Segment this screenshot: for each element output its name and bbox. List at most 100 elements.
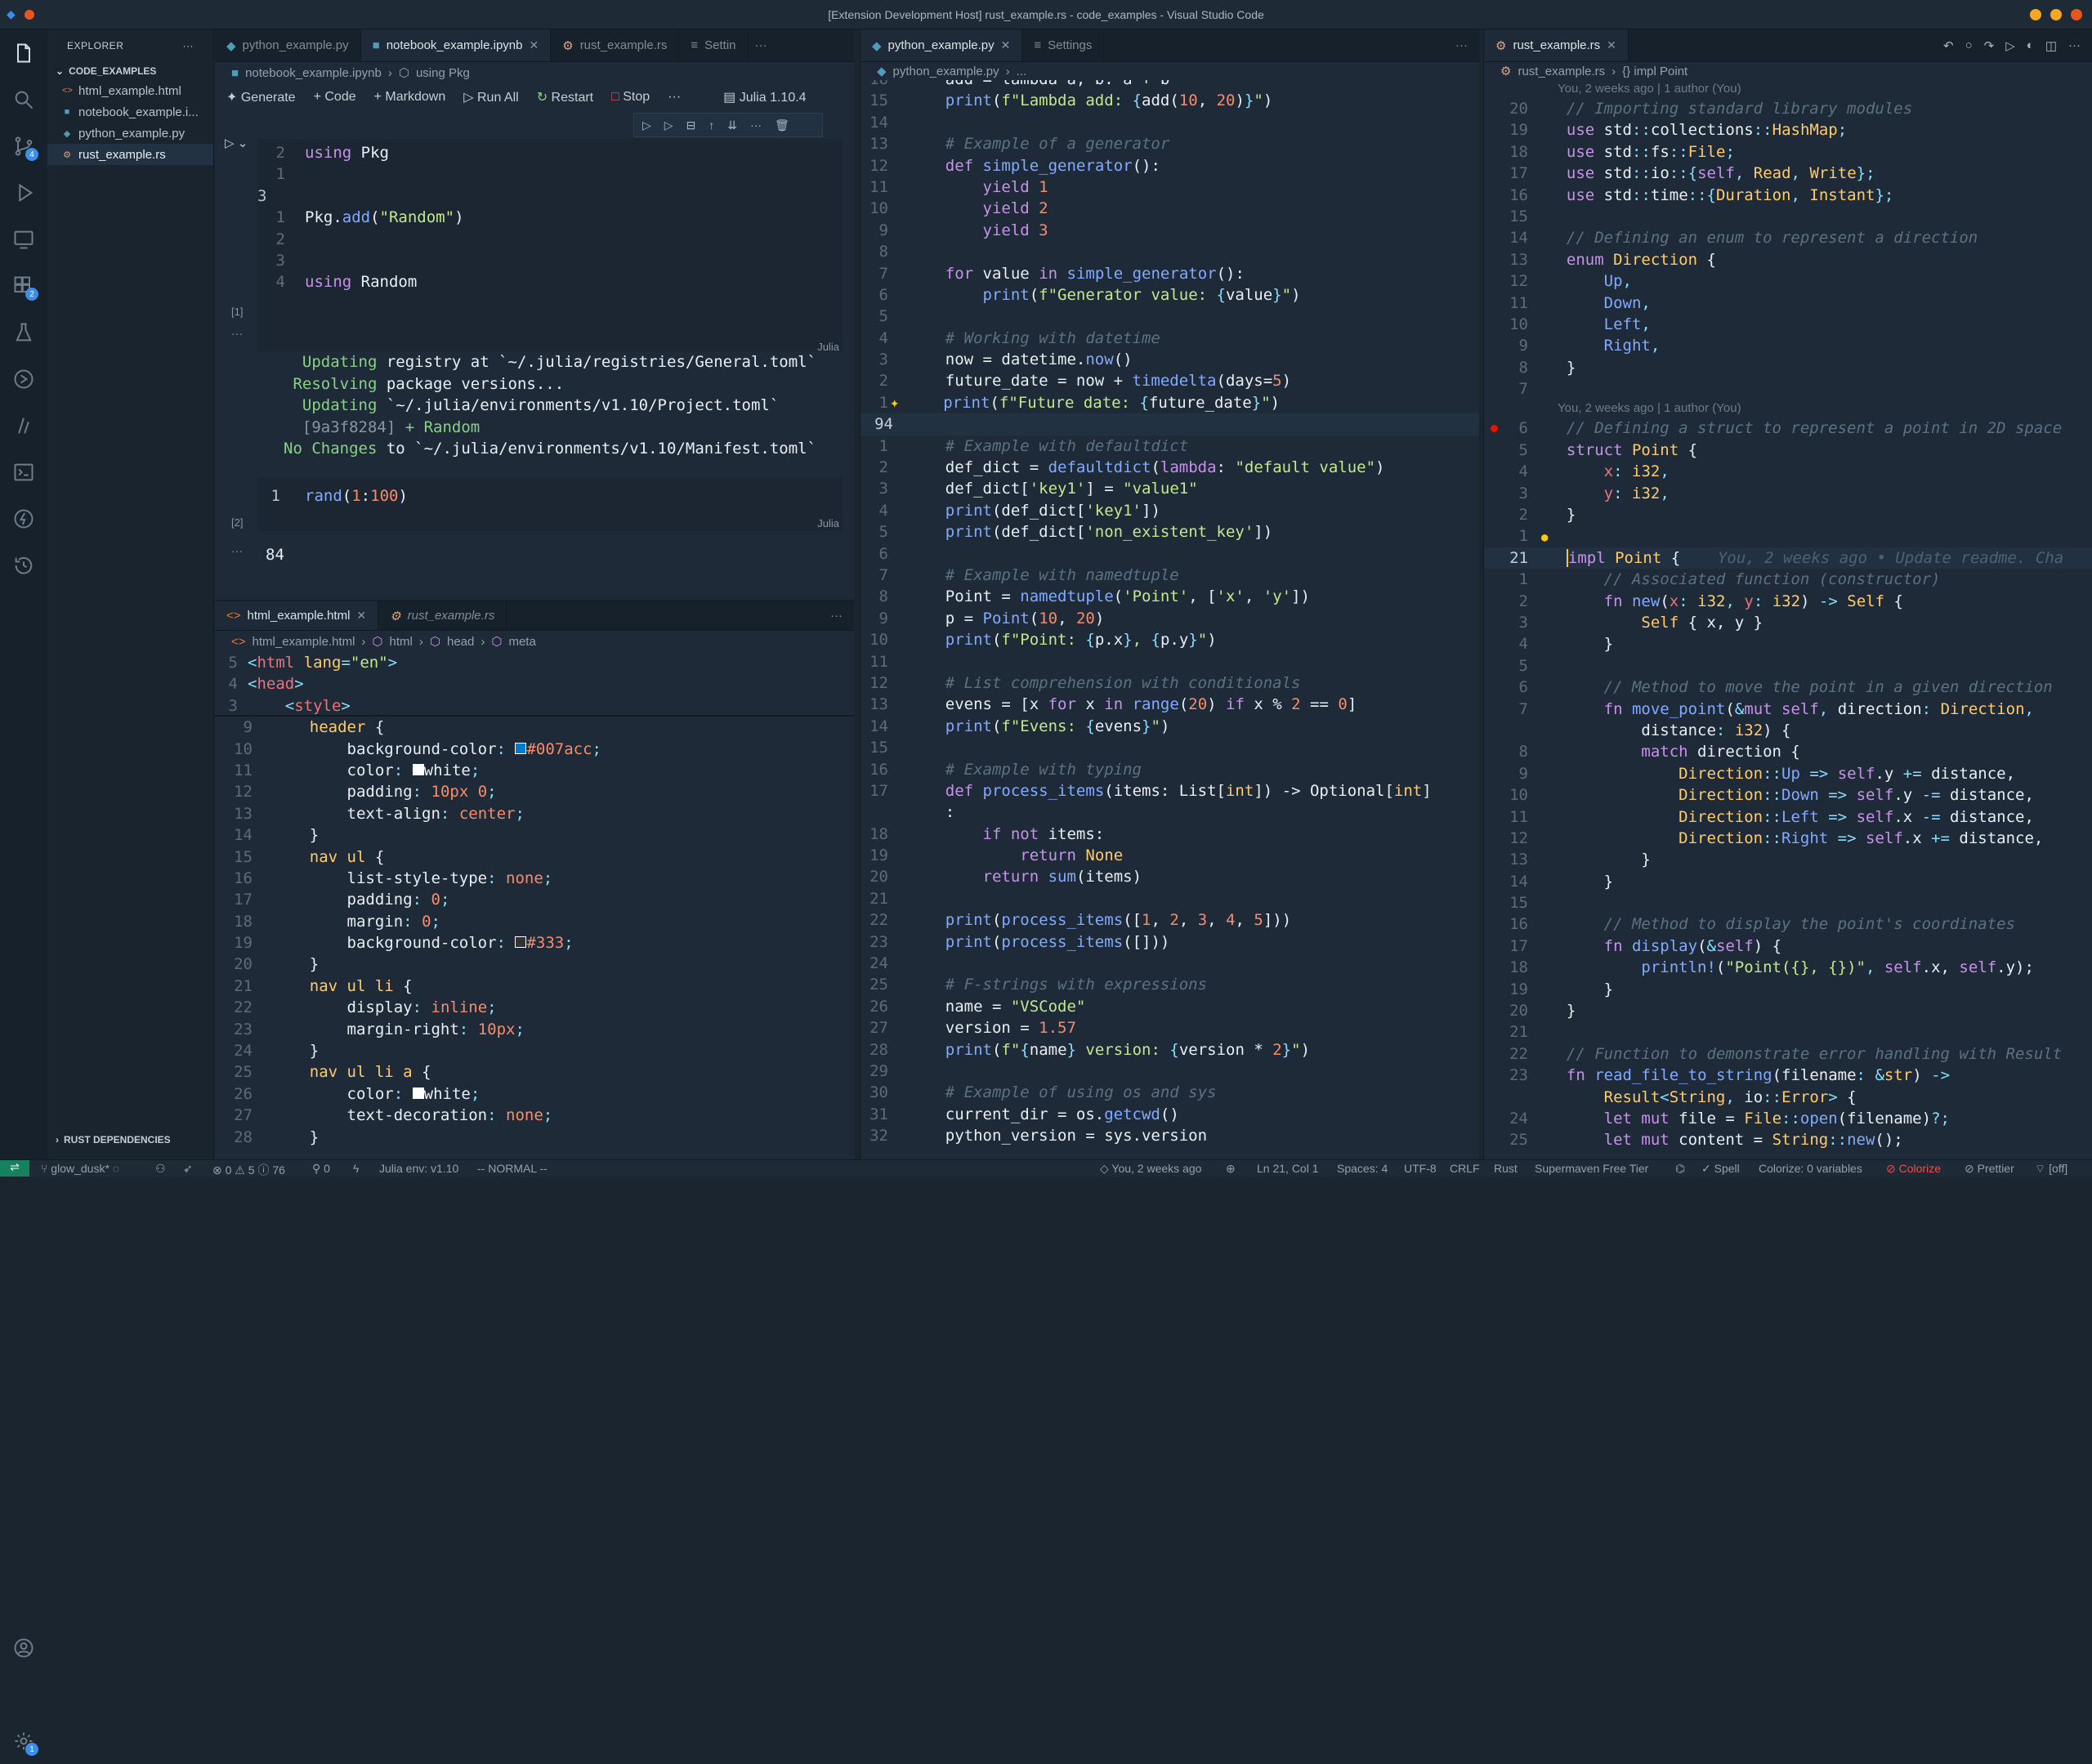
code-cell-1[interactable]: 2 using Pkg 1 3 1 Pkg.add("Random") 2 3 4u… bbox=[257, 139, 843, 353]
generate-button[interactable]: ✦ Generate bbox=[226, 89, 296, 105]
circle-icon[interactable]: ○ bbox=[1965, 38, 1973, 52]
minimize-button[interactable] bbox=[2030, 9, 2041, 20]
testing-icon[interactable] bbox=[0, 309, 47, 355]
rocket-icon[interactable]: ➶ bbox=[183, 1162, 193, 1176]
more-cell-icon[interactable]: ··· bbox=[750, 118, 762, 132]
history-icon[interactable] bbox=[0, 542, 47, 588]
supermaven-status[interactable]: Supermaven Free Tier bbox=[1535, 1162, 1648, 1175]
rust-dependencies-header[interactable]: › RUST DEPENDENCIES bbox=[47, 1131, 213, 1149]
colorize-status[interactable]: Colorize: 0 variables bbox=[1759, 1162, 1862, 1175]
run-debug-icon[interactable] bbox=[0, 169, 47, 216]
cell-language[interactable]: Julia bbox=[817, 341, 839, 353]
more-actions-icon[interactable]: ··· bbox=[183, 40, 194, 51]
language-mode[interactable]: Rust bbox=[1494, 1162, 1518, 1175]
git-blame-status[interactable]: ◇ You, 2 weeks ago bbox=[1100, 1162, 1201, 1176]
compare-icon[interactable]: ◐ bbox=[2027, 38, 2034, 52]
breadcrumb-item[interactable]: rust_example.rs bbox=[1518, 65, 1605, 78]
tab-settings[interactable]: ≡ Settin bbox=[679, 29, 749, 61]
lightbulb-icon[interactable]: ● bbox=[1541, 531, 1548, 544]
remote-indicator-icon[interactable]: ⇌ bbox=[0, 1160, 29, 1177]
file-notebook-example[interactable]: ■ notebook_example.i... bbox=[47, 101, 213, 123]
run-all-button[interactable]: ▷ Run All bbox=[463, 89, 518, 105]
stop-button[interactable]: □ Stop bbox=[611, 90, 650, 105]
search-icon[interactable] bbox=[0, 76, 47, 123]
breadcrumb-item[interactable]: html bbox=[390, 635, 413, 649]
breadcrumb-item[interactable]: ... bbox=[1017, 65, 1027, 78]
run-above-icon[interactable]: ▷ bbox=[642, 118, 651, 132]
more-actions-icon[interactable]: ··· bbox=[2068, 38, 2081, 52]
file-html-example[interactable]: <> html_example.html bbox=[47, 80, 213, 101]
close-tab-icon[interactable]: ✕ bbox=[530, 38, 539, 52]
tab-notebook-example[interactable]: ■ notebook_example.ipynb ✕ bbox=[360, 29, 552, 61]
cell-language[interactable]: Julia bbox=[817, 517, 839, 529]
indentation[interactable]: Spaces: 4 bbox=[1337, 1162, 1388, 1175]
breadcrumb-item[interactable]: python_example.py bbox=[893, 65, 999, 78]
run-cell-icon[interactable]: ▷ ⌄ bbox=[225, 136, 248, 150]
source-control-icon[interactable]: 4 bbox=[0, 123, 47, 169]
split-editor-icon[interactable]: ◫ bbox=[2045, 38, 2057, 53]
go-back-icon[interactable]: ↶ bbox=[1943, 38, 1954, 53]
color-swatch[interactable] bbox=[412, 1087, 424, 1099]
lightning-icon[interactable]: ϟ bbox=[353, 1162, 359, 1175]
tab-settings[interactable]: ≡ Settings bbox=[1022, 29, 1105, 61]
extensions-icon[interactable]: 2 bbox=[0, 262, 47, 309]
julia-icon[interactable] bbox=[0, 402, 47, 449]
file-rust-example[interactable]: ⚙ rust_example.rs bbox=[47, 144, 213, 165]
lightbulb-icon[interactable]: ✦ bbox=[890, 394, 899, 412]
color-swatch[interactable] bbox=[515, 742, 527, 754]
explorer-icon[interactable] bbox=[0, 29, 47, 76]
prettier-status[interactable]: ⊘ Prettier bbox=[1965, 1162, 2014, 1176]
breadcrumb-item[interactable]: html_example.html bbox=[253, 635, 355, 649]
codelens-blame[interactable]: You, 2 weeks ago | 1 author (You) bbox=[1484, 80, 2092, 98]
cursor-position[interactable]: Ln 21, Col 1 bbox=[1257, 1162, 1319, 1175]
color-swatch[interactable] bbox=[515, 936, 527, 949]
julia-env[interactable]: Julia env: v1.10 bbox=[379, 1162, 458, 1175]
close-tab-icon[interactable]: ✕ bbox=[356, 609, 366, 623]
problems-indicator[interactable]: ⊗ 0 ⚠ 5 ⓘ 76 bbox=[212, 1162, 285, 1178]
timeline-icon[interactable] bbox=[0, 355, 47, 402]
codelens-blame[interactable]: You, 2 weeks ago | 1 author (You) bbox=[1484, 400, 2092, 418]
broadcast-status[interactable]: ⌔ [off] bbox=[2035, 1162, 2067, 1177]
breadcrumb-item[interactable]: {} impl Point bbox=[1622, 65, 1687, 78]
settings-gear-icon[interactable]: 1 bbox=[0, 1717, 47, 1764]
code-cell-2[interactable]: 1 rand(1:100) Julia bbox=[257, 477, 843, 531]
folder-header[interactable]: ⌄ CODE_EXAMPLES bbox=[47, 62, 213, 80]
move-up-icon[interactable]: ↑ bbox=[709, 118, 714, 132]
run-icon[interactable]: ▷ bbox=[2005, 38, 2015, 53]
branch-indicator[interactable]: ⑂ glow_dusk* ◌ bbox=[41, 1162, 119, 1175]
account-icon[interactable] bbox=[0, 1624, 47, 1671]
html-editor[interactable]: 5 <html lang="en"> 4 <head> 3 <style> 9 he… bbox=[215, 652, 854, 1159]
more-tabs-icon[interactable]: ··· bbox=[749, 29, 774, 61]
more-tabs-icon[interactable]: ··· bbox=[819, 601, 854, 630]
python-editor[interactable]: 16 add = lambda a, b: a + b 15 print(f"L… bbox=[860, 80, 1479, 1167]
remote-explorer-icon[interactable] bbox=[0, 216, 47, 262]
run-below-icon[interactable]: ▷ bbox=[664, 118, 673, 132]
tab-rust-example[interactable]: ⚙ rust_example.rs bbox=[551, 29, 680, 61]
colorize-toggle[interactable]: ⊘ Colorize bbox=[1886, 1162, 1941, 1176]
restart-button[interactable]: ↻ Restart bbox=[537, 89, 593, 105]
go-forward-icon[interactable]: ↷ bbox=[1984, 38, 1995, 53]
tab-python-example[interactable]: ◆ python_example.py bbox=[215, 29, 361, 61]
add-markdown-button[interactable]: + Markdown bbox=[374, 90, 446, 105]
breadcrumb-item[interactable]: meta bbox=[508, 635, 535, 649]
zoom-icon[interactable]: ⊕ bbox=[1226, 1162, 1236, 1176]
tab-rust-example[interactable]: ⚙ rust_example.rs ✕ bbox=[1484, 29, 1629, 61]
breadcrumb-item[interactable]: head bbox=[447, 635, 474, 649]
output-more-icon[interactable]: ··· bbox=[231, 544, 243, 557]
color-swatch[interactable] bbox=[412, 763, 424, 775]
delete-cell-icon[interactable]: 🗑 bbox=[775, 118, 789, 132]
output-more-icon[interactable]: ··· bbox=[231, 327, 243, 340]
close-tab-icon[interactable]: ✕ bbox=[1607, 38, 1616, 52]
more-tabs-icon[interactable]: ··· bbox=[1444, 29, 1479, 61]
breadcrumb-item[interactable]: using Pkg bbox=[416, 66, 470, 80]
kernel-selector[interactable]: ▤ Julia 1.10.4 bbox=[723, 89, 806, 105]
file-python-example[interactable]: ◆ python_example.py bbox=[47, 123, 213, 144]
sync-icon[interactable]: ⚇ bbox=[155, 1162, 166, 1176]
ports-indicator[interactable]: ⚲ 0 bbox=[312, 1162, 330, 1176]
spell-check[interactable]: ✓ Spell bbox=[1701, 1162, 1740, 1176]
tab-python-example[interactable]: ◆ python_example.py ✕ bbox=[860, 29, 1023, 61]
breadcrumb-item[interactable]: notebook_example.ipynb bbox=[245, 66, 382, 80]
close-button[interactable] bbox=[2071, 9, 2082, 20]
rust-editor[interactable]: You, 2 weeks ago | 1 author (You) 20 // … bbox=[1484, 80, 2092, 1167]
add-code-button[interactable]: + Code bbox=[314, 90, 356, 105]
